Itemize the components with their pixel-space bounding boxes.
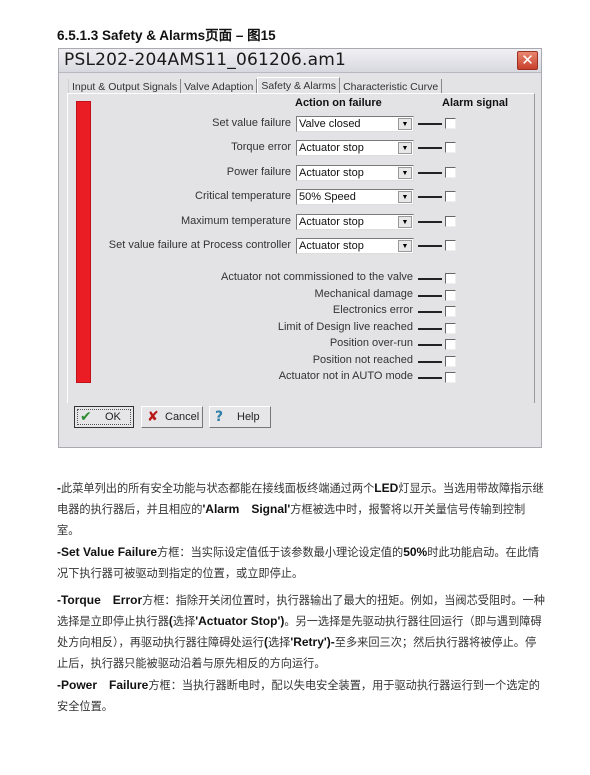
cancel-label: Cancel: [165, 411, 200, 423]
action-dropdown[interactable]: 50% Speed ▼: [296, 189, 414, 205]
connector-line: [418, 278, 442, 280]
failure-label: Power failure: [226, 166, 291, 178]
connector-line: [418, 221, 442, 223]
paragraph: -Torque Error方框：指除开关闭位置时，执行器输出了最大的扭矩。例如，…: [57, 590, 545, 674]
alarm-checkbox[interactable]: [445, 323, 456, 334]
chevron-down-icon[interactable]: ▼: [398, 240, 412, 252]
paragraph: -Set Value Failure方框：当实际设定值低于该参数最小理论设定值的…: [57, 542, 545, 584]
text-run: 选择: [267, 636, 291, 649]
tab-characteristic-curve[interactable]: Characteristic Curve: [340, 79, 443, 94]
dropdown-value: Actuator stop: [299, 167, 364, 179]
alarm-label: Electronics error: [332, 304, 413, 316]
dialog-window: PSL202-204AMS11_061206.am1 ✕ Input & Out…: [58, 48, 542, 448]
cancel-button[interactable]: ✘ Cancel: [141, 406, 203, 428]
bold-text: 'Actuator Stop'): [195, 614, 285, 628]
alarm-checkbox[interactable]: [445, 339, 456, 350]
alarm-label: Position over-run: [329, 337, 413, 349]
alarm-checkbox[interactable]: [445, 216, 456, 227]
alarm-checkbox[interactable]: [445, 290, 456, 301]
failure-label: Set value failure: [212, 117, 291, 129]
alarm-label: Actuator not in AUTO mode: [278, 370, 413, 382]
failure-label: Maximum temperature: [180, 215, 291, 227]
connector-line: [418, 295, 442, 297]
alarm-checkbox[interactable]: [445, 142, 456, 153]
action-dropdown[interactable]: Valve closed ▼: [296, 116, 414, 132]
close-icon: ✕: [521, 51, 534, 69]
connector-line: [418, 377, 442, 379]
alarm-label: Actuator not commissioned to the valve: [221, 271, 413, 283]
tab-strip: Input & Output Signals Valve Adaption Sa…: [68, 77, 443, 94]
action-dropdown[interactable]: Actuator stop ▼: [296, 214, 414, 230]
connector-line: [418, 361, 442, 363]
connector-line: [418, 344, 442, 346]
alarm-checkbox[interactable]: [445, 273, 456, 284]
section-title: 6.5.1.3 Safety & Alarms页面 – 图15: [57, 28, 276, 43]
help-button[interactable]: ? Help: [209, 406, 271, 428]
connector-line: [418, 328, 442, 330]
title-bar: PSL202-204AMS11_061206.am1 ✕: [59, 49, 541, 73]
bold-text: 'Retry')-: [290, 635, 335, 649]
failure-label: Torque error: [231, 141, 291, 153]
action-dropdown[interactable]: Actuator stop ▼: [296, 165, 414, 181]
text-run: 方框：当实际设定值低于该参数最小理论设定值的: [157, 546, 404, 559]
focus-ring: [77, 409, 131, 425]
alarm-label: Mechanical damage: [314, 288, 413, 300]
chevron-down-icon[interactable]: ▼: [398, 191, 412, 203]
tab-input-output-signals[interactable]: Input & Output Signals: [68, 79, 182, 94]
text-run: 此菜单列出的所有安全功能与状态都能在接线面板终端通过两个: [61, 482, 375, 495]
paragraph: -Power Failure方框：当执行器断电时，配以失电安全装置，用于驱动执行…: [57, 675, 545, 717]
connector-line: [418, 172, 442, 174]
failure-label: Set value failure at Process controller: [108, 239, 291, 251]
alarm-label: Position not reached: [312, 354, 413, 366]
status-indicator-bar: [76, 101, 91, 383]
alarm-checkbox[interactable]: [445, 356, 456, 367]
connector-line: [418, 311, 442, 313]
dropdown-value: 50% Speed: [299, 191, 356, 203]
action-dropdown[interactable]: Actuator stop ▼: [296, 238, 414, 254]
tab-valve-adaption[interactable]: Valve Adaption: [181, 79, 258, 94]
alarm-signal-header: Alarm signal: [442, 97, 509, 109]
help-label: Help: [237, 411, 260, 423]
dropdown-value: Valve closed: [299, 118, 361, 130]
close-button[interactable]: ✕: [517, 51, 538, 70]
dropdown-value: Actuator stop: [299, 216, 364, 228]
action-on-failure-header: Action on failure: [295, 97, 382, 109]
bold-text: -Power Failure: [57, 678, 149, 692]
bold-text: LED: [374, 481, 399, 495]
chevron-down-icon[interactable]: ▼: [398, 142, 412, 154]
failure-label: Critical temperature: [195, 190, 291, 202]
dropdown-value: Actuator stop: [299, 240, 364, 252]
tab-safety-alarms[interactable]: Safety & Alarms: [257, 77, 341, 94]
alarm-checkbox[interactable]: [445, 306, 456, 317]
connector-line: [418, 147, 442, 149]
window-title: PSL202-204AMS11_061206.am1: [64, 50, 347, 70]
x-icon: ✘: [147, 409, 159, 425]
action-dropdown[interactable]: Actuator stop ▼: [296, 140, 414, 156]
help-icon: ?: [215, 409, 224, 425]
bold-text: 'Alarm Signal': [202, 502, 291, 516]
connector-line: [418, 123, 442, 125]
connector-line: [418, 245, 442, 247]
bold-text: -Torque Error: [57, 593, 143, 607]
dropdown-value: Actuator stop: [299, 142, 364, 154]
text-run: 选择: [172, 615, 196, 628]
paragraph: -此菜单列出的所有安全功能与状态都能在接线面板终端通过两个LED灯显示。当选用带…: [57, 478, 545, 541]
alarm-checkbox[interactable]: [445, 240, 456, 251]
chevron-down-icon[interactable]: ▼: [398, 216, 412, 228]
bold-text: -Set Value Failure: [57, 545, 158, 559]
alarm-checkbox[interactable]: [445, 167, 456, 178]
ok-button[interactable]: ✔ OK: [74, 406, 134, 428]
connector-line: [418, 196, 442, 198]
chevron-down-icon[interactable]: ▼: [398, 167, 412, 179]
alarm-checkbox[interactable]: [445, 191, 456, 202]
bold-text: 50%: [403, 545, 428, 559]
chevron-down-icon[interactable]: ▼: [398, 118, 412, 130]
alarm-checkbox[interactable]: [445, 372, 456, 383]
alarm-checkbox[interactable]: [445, 118, 456, 129]
alarm-label: Limit of Design live reached: [277, 321, 413, 333]
